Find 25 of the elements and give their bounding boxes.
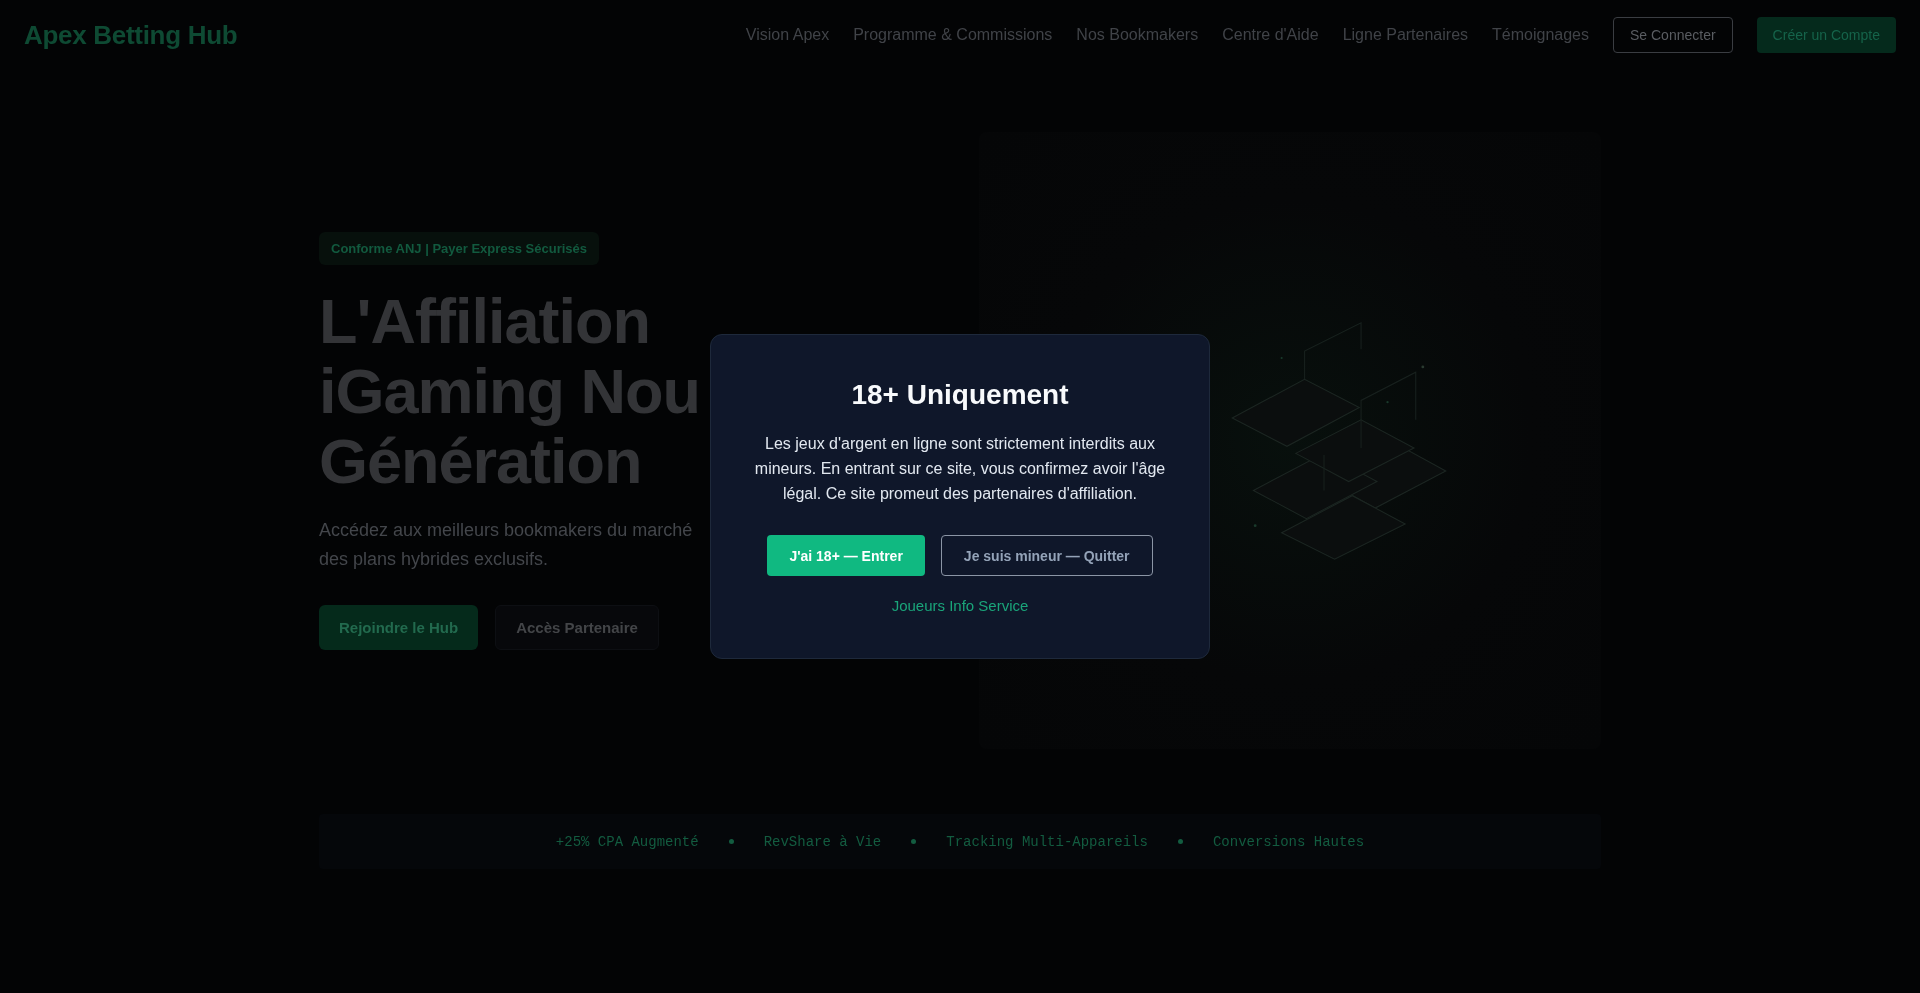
separator-dot-icon: [1177, 839, 1183, 844]
login-button[interactable]: Se Connecter: [1613, 17, 1733, 53]
separator-dot-icon: [911, 839, 917, 844]
hero-subtitle: Accédez aux meilleurs bookmakers du marché des plans hybrides exclusifs.: [319, 518, 693, 571]
enter-button[interactable]: J'ai 18+ — Entrer: [767, 535, 925, 576]
feature-label: +25% CPA Augmenté: [555, 833, 699, 850]
signup-button[interactable]: Créer un Compte: [1756, 17, 1896, 53]
nav-link[interactable]: Programme & Commissions: [853, 26, 1053, 44]
site-logo[interactable]: Apex Betting Hub: [24, 19, 238, 51]
leave-button[interactable]: Je suis mineur — Quitter: [940, 535, 1153, 576]
info-service-link[interactable]: Joueurs Info Service: [891, 596, 1029, 616]
feature-label: RevShare à Vie: [763, 833, 882, 850]
nav-link[interactable]: Témoignages: [1492, 26, 1589, 44]
nav-link[interactable]: Nos Bookmakers: [1076, 26, 1199, 44]
nav-link[interactable]: Ligne Partenaires: [1342, 26, 1469, 44]
nav-link[interactable]: Vision Apex: [745, 26, 830, 44]
join-button[interactable]: Rejoindre le Hub: [319, 604, 479, 650]
dialog-title: 18+ Uniquement: [851, 378, 1069, 412]
separator-dot-icon: [728, 839, 734, 844]
feature-label: Conversions Hautes: [1212, 833, 1365, 850]
feature-label: Tracking Multi-Appareils: [946, 833, 1148, 850]
nav-link[interactable]: Centre d'Aide: [1222, 26, 1319, 44]
partner-access-button[interactable]: Accès Partenaire: [495, 604, 659, 650]
dialog-message: Les jeux d'argent en ligne sont strictement interdits aux mineurs. En entrant sur ce site, vous confirmez avoir l'âge légal. Ce site promeut des partenaires d'affiliation.: [753, 434, 1167, 504]
compliance-badge: Conforme ANJ | Payer Express Sécurisés: [319, 231, 600, 265]
